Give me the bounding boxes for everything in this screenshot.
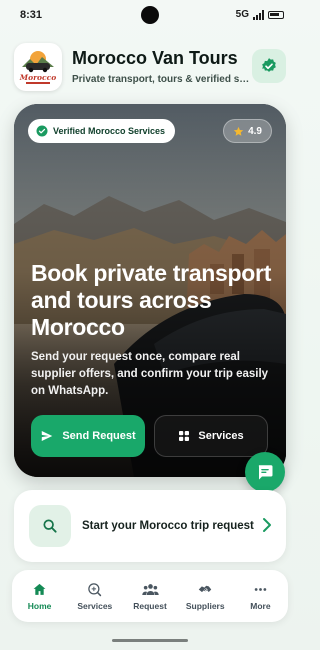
start-request-card[interactable]: Start your Morocco trip request <box>14 490 286 562</box>
nav-label-suppliers: Suppliers <box>185 600 225 611</box>
send-request-label: Send Request <box>62 430 136 442</box>
nav-label-more: More <box>250 600 271 611</box>
services-button[interactable]: Services <box>154 415 268 457</box>
people-icon <box>141 583 159 595</box>
grid-icon <box>179 431 190 441</box>
chat-fab-button[interactable] <box>245 452 285 492</box>
signal-icon <box>253 9 264 20</box>
search-icon <box>43 519 57 533</box>
camera-cutout <box>141 6 159 24</box>
nav-item-request[interactable]: Request <box>122 570 177 622</box>
rating-badge: 4.9 <box>223 119 272 143</box>
nav-item-more[interactable]: More <box>233 570 288 622</box>
nav-item-home[interactable]: Home <box>12 570 67 622</box>
status-bar: 8:31 5G <box>0 0 300 30</box>
chat-icon <box>258 465 273 480</box>
start-request-label: Start your Morocco trip request <box>82 520 254 532</box>
battery-icon <box>268 10 284 19</box>
status-time: 8:31 <box>20 9 43 21</box>
app-title: Morocco Van Tours <box>72 48 238 68</box>
verified-services-badge: Verified Morocco Services <box>28 119 176 143</box>
star-icon <box>233 126 244 136</box>
home-indicator[interactable] <box>112 639 188 642</box>
verified-button[interactable] <box>252 49 286 83</box>
app-subtitle: Private transport, tours & verified supp… <box>72 74 252 85</box>
handshake-icon <box>198 585 212 593</box>
more-icon <box>254 587 267 591</box>
verified-badge-label: Verified Morocco Services <box>53 126 166 136</box>
nav-item-services[interactable]: Services <box>67 570 122 622</box>
hero-description: Send your request once, compare real sup… <box>31 351 269 397</box>
home-icon <box>33 583 46 595</box>
services-icon <box>88 582 102 596</box>
nav-label-services: Services <box>77 600 113 611</box>
hero-title: Book private transport and tours across … <box>31 260 272 340</box>
hero-card: Verified Morocco Services 4.9 Book priva… <box>14 104 286 477</box>
services-button-label: Services <box>198 430 244 442</box>
svg-text:Morocco: Morocco <box>19 73 56 82</box>
app-header: Morocco Morocco Van Tours Private transp… <box>14 43 286 93</box>
nav-item-suppliers[interactable]: Suppliers <box>178 570 233 622</box>
rating-value: 4.9 <box>248 125 262 137</box>
send-request-button[interactable]: Send Request <box>31 415 145 457</box>
check-badge-icon <box>36 125 48 137</box>
bottom-navigation: Home Services Request Suppliers More <box>12 570 288 622</box>
search-icon-container <box>29 505 71 547</box>
network-label: 5G <box>235 9 249 20</box>
status-indicators: 5G <box>236 9 284 20</box>
chevron-right-icon <box>263 518 271 532</box>
verified-icon <box>262 58 276 72</box>
send-icon <box>42 431 53 441</box>
app-logo: Morocco <box>14 43 62 91</box>
nav-label-home: Home <box>27 600 52 611</box>
nav-label-request: Request <box>133 600 167 611</box>
